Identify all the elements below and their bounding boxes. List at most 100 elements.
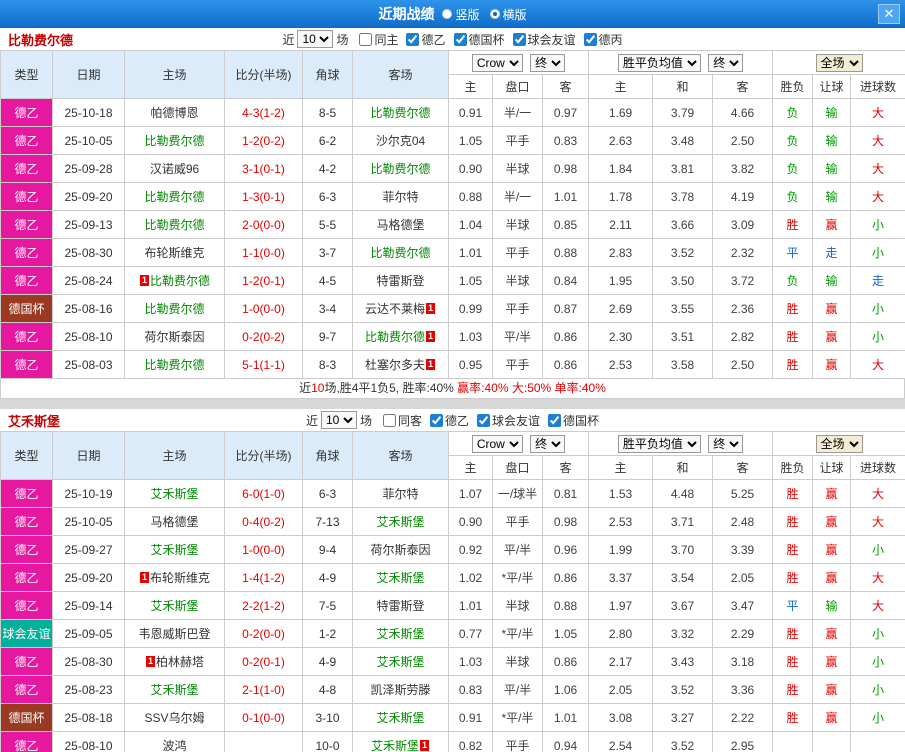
home-team-cell: 比勒费尔德 [125,183,225,211]
team-label: 汉诺威96 [150,162,199,176]
home-team-cell: 艾禾斯堡 [125,676,225,704]
asia-away-odds: 0.88 [543,239,589,267]
asia-handicap: 半球 [493,211,543,239]
team2-filter-row: 艾禾斯堡 近 10 场 同客德乙球会友谊德国杯 [0,409,905,431]
result-goals-cell: 小 [851,676,905,704]
asia-final-select[interactable]: 终 [530,435,565,453]
checkbox-input[interactable] [584,33,597,46]
euro-final-select[interactable]: 终 [708,54,743,72]
card-badge: 1 [420,740,429,751]
horizontal-layout-label: 横版 [503,6,527,23]
result-goals-cell: 大 [851,564,905,592]
team2-table-body: 德乙25-10-19艾禾斯堡6-0(1-0)6-3菲尔特1.07一/球半0.81… [1,480,905,752]
result-goals-cell: 小 [851,239,905,267]
euro-draw-odds: 3.50 [653,267,713,295]
avg-odds-select[interactable]: 胜平负均值 [618,54,701,72]
checkbox-input[interactable] [359,33,372,46]
home-team-cell: 布轮斯维克 [125,239,225,267]
scope-select[interactable]: 全场 [816,54,863,72]
team-label: 艾禾斯堡 [150,543,198,557]
result-handicap-cell: 赢 [813,536,851,564]
euro-away-odds: 4.66 [713,99,773,127]
euro-away-odds: 2.50 [713,351,773,379]
filter-checkbox[interactable]: 球会友谊 [513,31,576,48]
team-label: 凯泽斯劳滕 [370,683,430,697]
result-goals-cell: 小 [851,620,905,648]
asia-home-odds: 0.82 [449,732,493,752]
asia-handicap: 半球 [493,155,543,183]
bookmaker-select[interactable]: Crow [472,54,523,72]
away-team-cell: 菲尔特 [353,480,449,508]
checkbox-input[interactable] [548,414,561,427]
asia-handicap: 平手 [493,732,543,752]
checkbox-input[interactable] [406,33,419,46]
close-button[interactable]: ✕ [878,4,900,24]
filter-checkbox[interactable]: 德国杯 [548,412,599,429]
result-handicap-cell: 输 [813,592,851,620]
league-type-cell: 德乙 [1,211,53,239]
horizontal-layout-radio[interactable]: 横版 [490,6,527,23]
checkbox-input[interactable] [454,33,467,46]
checkbox-input[interactable] [477,414,490,427]
filter-checkbox[interactable]: 德国杯 [454,31,505,48]
euro-final-select[interactable]: 终 [708,435,743,453]
asia-home-odds: 0.99 [449,295,493,323]
team-label: 波鸿 [162,739,186,752]
result-handicap-cell: 赢 [813,704,851,732]
filter-checkbox[interactable]: 同主 [359,31,398,48]
checkbox-input[interactable] [430,414,443,427]
checkbox-label: 德乙 [445,412,469,429]
card-badge: 1 [426,359,435,370]
home-team-cell: 1柏林赫塔 [125,648,225,676]
team-label: 荷尔斯泰因 [370,543,430,557]
titlebar: 近期战绩 竖版 横版 ✕ [0,0,905,28]
filter-checkbox[interactable]: 球会友谊 [477,412,540,429]
asia-handicap: 半球 [493,267,543,295]
asia-handicap: *平/半 [493,620,543,648]
subcol-euro-away: 客 [713,456,773,480]
score-cell: 0-2(0-2) [225,323,303,351]
result-goals-cell: 大 [851,99,905,127]
match-count-select[interactable]: 10 [297,30,333,48]
checkbox-label: 球会友谊 [528,31,576,48]
team2-section: 艾禾斯堡 近 10 场 同客德乙球会友谊德国杯 类型 日期 主场 比分(半场) … [0,409,905,752]
scope-select[interactable]: 全场 [816,435,863,453]
filter-checkbox[interactable]: 同客 [383,412,422,429]
euro-draw-odds: 3.52 [653,732,713,752]
filter-checkbox[interactable]: 德乙 [430,412,469,429]
team2-matches-table: 类型 日期 主场 比分(半场) 角球 客场 Crow 终 胜平负均值 终 全场 [0,431,905,752]
corners-cell: 3-10 [303,704,353,732]
euro-away-odds: 3.36 [713,676,773,704]
filter-checkbox[interactable]: 德丙 [584,31,623,48]
league-type-cell: 德乙 [1,267,53,295]
asia-home-odds: 1.03 [449,648,493,676]
match-row: 德乙25-09-28汉诺威963-1(0-1)4-2比勒费尔德0.90半球0.9… [1,155,905,183]
euro-away-odds: 2.95 [713,732,773,752]
avg-odds-select[interactable]: 胜平负均值 [618,435,701,453]
team-label: 比勒费尔德 [370,162,430,176]
result-wdl-cell: 胜 [773,620,813,648]
away-team-cell: 特雷斯登 [353,592,449,620]
bookmaker-select[interactable]: Crow [472,435,523,453]
subcol-euro-draw: 和 [653,456,713,480]
team2-filter-checkbox-group: 同客 德乙球会友谊德国杯 [375,412,599,429]
league-type-cell: 德乙 [1,351,53,379]
checkbox-input[interactable] [383,414,396,427]
euro-away-odds: 3.18 [713,648,773,676]
asia-final-select[interactable]: 终 [530,54,565,72]
checkbox-input[interactable] [513,33,526,46]
team1-matches-table: 类型 日期 主场 比分(半场) 角球 客场 Crow 终 胜平负均值 终 全场 [0,50,905,379]
filter-checkbox[interactable]: 德乙 [406,31,445,48]
vertical-layout-radio[interactable]: 竖版 [442,6,479,23]
match-count-select[interactable]: 10 [321,411,357,429]
checkbox-label: 德乙 [421,31,445,48]
euro-away-odds: 3.82 [713,155,773,183]
corners-cell: 6-3 [303,183,353,211]
subcol-asia-away: 客 [543,456,589,480]
asia-away-odds: 1.06 [543,676,589,704]
date-cell: 25-10-05 [53,127,125,155]
result-goals-cell: 小 [851,323,905,351]
subcol-euro-away: 客 [713,75,773,99]
asia-away-odds: 0.96 [543,536,589,564]
result-handicap-cell: 赢 [813,351,851,379]
